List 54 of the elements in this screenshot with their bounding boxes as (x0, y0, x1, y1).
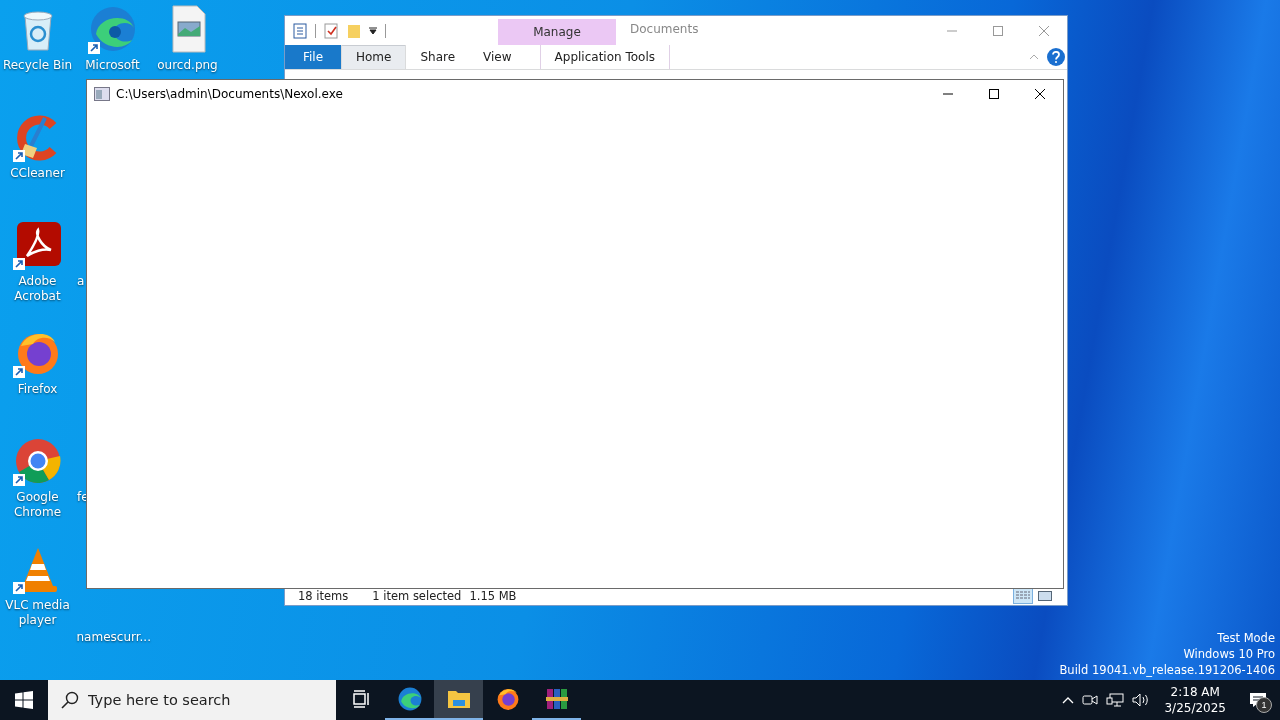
books-icon (544, 687, 569, 711)
ribbon-tab[interactable]: Home (341, 45, 407, 69)
clock[interactable]: 2:18 AM 3/25/2025 (1154, 680, 1236, 720)
desktop-icon-label[interactable]: ourcd.png (151, 58, 224, 73)
context-tab-header: Manage (498, 19, 616, 45)
ribbon-tab[interactable]: Share (406, 45, 470, 69)
desktop-icon-label[interactable]: Microsoft (76, 58, 149, 73)
acrobat-icon[interactable] (12, 220, 63, 270)
selection-info: 1 item selected (372, 589, 462, 603)
folder-icon (446, 688, 471, 710)
large-icons-icon (1038, 591, 1052, 601)
desktop-icon-label[interactable]: Recycle Bin (1, 58, 74, 73)
checklist-icon[interactable] (324, 22, 339, 39)
network-icon (1106, 693, 1125, 707)
system-info-text: Test Mode (1217, 630, 1275, 646)
selection-size: 1.15 MB (469, 589, 517, 603)
desktop-icon-label[interactable]: Firefox (1, 382, 74, 397)
desktop-icon-label[interactable]: a (75, 274, 85, 289)
maximize-icon (993, 25, 1003, 36)
notifications-button[interactable]: 1 (1236, 680, 1280, 720)
ribbon-tab[interactable]: View (469, 45, 526, 69)
help-button[interactable] (1047, 48, 1065, 66)
system-info-text: Windows 10 Pro (1183, 646, 1275, 662)
details-view-icon (1016, 591, 1030, 601)
speaker-icon (1132, 693, 1151, 707)
window-title: Documents (629, 21, 700, 38)
help-icon (1052, 51, 1060, 63)
console-icon[interactable] (94, 87, 110, 101)
window-title: C:\Users\admin\Documents\Nexol.exe (115, 87, 343, 101)
search-icon (61, 691, 79, 709)
edge-icon (396, 686, 423, 712)
chrome-icon[interactable] (12, 436, 63, 486)
ribbon-tab[interactable]: File (285, 45, 341, 69)
desktop-icon-label[interactable]: CCleaner (1, 166, 74, 181)
notification-count: 1 (1256, 697, 1272, 713)
close-icon (1035, 89, 1045, 99)
desktop-icon-label[interactable]: VLC media player (1, 598, 74, 628)
large-icons-button[interactable] (1035, 588, 1055, 604)
item-count: 18 items (298, 589, 349, 603)
task-view-icon (350, 690, 371, 708)
caret-icon (1062, 696, 1075, 704)
edge-icon[interactable] (87, 4, 138, 54)
maximize-icon (989, 89, 999, 99)
taskbar-app-button[interactable] (434, 680, 483, 720)
close-icon (1039, 25, 1049, 36)
desktop-icon-label[interactable]: namescurr... (76, 630, 149, 645)
ribbon-tab[interactable]: Application Tools (539, 45, 670, 69)
desktop-icon-label[interactable]: Google Chrome (1, 490, 74, 520)
desktop-icon-label[interactable]: Adobe Acrobat (1, 274, 74, 304)
camera-icon (1082, 693, 1099, 707)
search-field[interactable]: Type here to search (48, 680, 336, 720)
system-info-text: Build 19041.vb_release.191206-1406 (1059, 662, 1275, 678)
windows-logo-icon (15, 691, 33, 709)
dropdown-icon[interactable] (369, 26, 377, 35)
